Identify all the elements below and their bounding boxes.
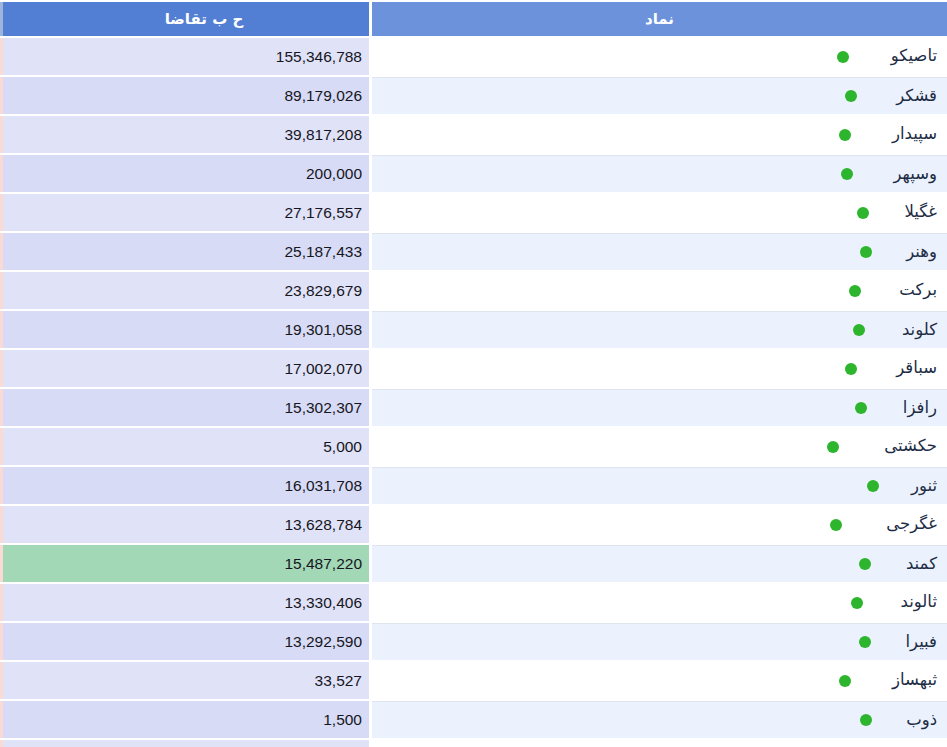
- table-row: 200,000 ‎ﻭﺳﭙﻬﺮ‎: [0, 155, 947, 192]
- symbol-name: ‎ﺑﺮﮐﺖ‎: [899, 272, 937, 308]
- symbol-cell[interactable]: ‎ﻏﮕﺮﺟﯽ‎: [372, 506, 947, 543]
- symbol-name: ‎ﮐﻠﻮﻧﺪ‎: [902, 312, 937, 348]
- status-dot-icon: [855, 402, 867, 414]
- table-row: 15,487,220 ‎ﮐﻤﻨﺪ‎: [0, 545, 947, 582]
- table-row: 23,829,679 ‎ﺑﺮﮐﺖ‎: [0, 272, 947, 309]
- symbol-name: ‎ﻗﺸﮑﺮ‎: [896, 78, 937, 114]
- status-dot-icon: [830, 519, 842, 531]
- demand-value: 200,000: [0, 155, 369, 192]
- symbol-name: ‎ﻏﮕﯿﻠﺎ‎: [904, 194, 937, 230]
- symbol-name: ‎ﺣﮑﺸﺘﯽ‎: [884, 428, 937, 464]
- symbol-cell: [372, 740, 947, 747]
- table-row: 5,000 ‎ﺣﮑﺸﺘﯽ‎: [0, 428, 947, 465]
- status-dot-icon: [849, 285, 861, 297]
- symbol-name: ‎ﺫﻭﺏ‎: [906, 702, 937, 738]
- status-dot-icon: [839, 129, 851, 141]
- symbol-cell[interactable]: ‎ﺫﻭﺏ‎: [372, 701, 947, 738]
- table-row-partial: [0, 740, 947, 747]
- symbol-cell[interactable]: ‎ﺛﺎﻟﻮﻧﺪ‎: [372, 584, 947, 621]
- table-row: 15,302,307 ‎ﺭﺍﻓﺰﺍ‎: [0, 389, 947, 426]
- demand-value: [0, 740, 369, 747]
- table-row: 1,500 ‎ﺫﻭﺏ‎: [0, 701, 947, 738]
- demand-value: 27,176,557: [0, 194, 369, 231]
- status-dot-icon: [860, 714, 872, 726]
- demand-value: 25,187,433: [0, 233, 369, 270]
- symbol-cell[interactable]: ‎ﮐﻤﻨﺪ‎: [372, 545, 947, 582]
- symbol-name: ‎ﺛﺎﻟﻮﻧﺪ‎: [901, 584, 937, 620]
- table-row: 27,176,557 ‎ﻏﮕﯿﻠﺎ‎: [0, 194, 947, 231]
- status-dot-icon: [859, 636, 871, 648]
- symbol-cell[interactable]: ‎ﺗﺎﺻﯿﮑﻮ‎: [372, 38, 947, 75]
- symbol-cell[interactable]: ‎ﻭﺳﭙﻬﺮ‎: [372, 155, 947, 192]
- symbol-name: ‎ﺛﺒﻬﺴﺎﺯ‎: [892, 662, 937, 698]
- status-dot-icon: [839, 675, 851, 687]
- table-row: 33,527 ‎ﺛﺒﻬﺴﺎﺯ‎: [0, 662, 947, 699]
- status-dot-icon: [867, 480, 879, 492]
- demand-value: 23,829,679: [0, 272, 369, 309]
- demand-value: 89,179,026: [0, 77, 369, 114]
- demand-value: 13,292,590: [0, 623, 369, 660]
- symbol-cell[interactable]: ‎ﻓﺒﯿﺮﺍ‎: [372, 623, 947, 660]
- demand-value: 15,302,307: [0, 389, 369, 426]
- symbol-name: ‎ﻓﺒﯿﺮﺍ‎: [905, 624, 937, 660]
- demand-value: 33,527: [0, 662, 369, 699]
- table-row: 13,628,784 ‎ﻏﮕﺮﺟﯽ‎: [0, 506, 947, 543]
- symbol-name: ‎ﮐﻤﻨﺪ‎: [906, 546, 937, 582]
- symbol-name: ‎ﺭﺍﻓﺰﺍ‎: [903, 390, 937, 426]
- symbol-name: ‎ﻭﺳﭙﻬﺮ‎: [894, 156, 937, 192]
- demand-value: 1,500: [0, 701, 369, 738]
- symbol-name: ‎ﺳﺒﺎﻗﺮ‎: [896, 350, 937, 386]
- table-row: 25,187,433 ‎ﻭﻫﻨﺮ‎: [0, 233, 947, 270]
- column-header-symbol[interactable]: ﻧﻤﺎﺩ: [372, 2, 947, 36]
- status-dot-icon: [827, 441, 839, 453]
- table-row: 155,346,788 ‎ﺗﺎﺻﯿﮑﻮ‎: [0, 38, 947, 75]
- symbol-cell[interactable]: ‎ﺭﺍﻓﺰﺍ‎: [372, 389, 947, 426]
- status-dot-icon: [845, 90, 857, 102]
- status-dot-icon: [859, 558, 871, 570]
- status-dot-icon: [851, 597, 863, 609]
- demand-value: 5,000: [0, 428, 369, 465]
- table-body: 155,346,788‎ﺗﺎﺻﯿﮑﻮ‎89,179,026‎ﻗﺸﮑﺮ‎39,81…: [0, 38, 947, 747]
- demand-value: 155,346,788: [0, 38, 369, 75]
- table-row: 13,330,406 ‎ﺛﺎﻟﻮﻧﺪ‎: [0, 584, 947, 621]
- symbol-name: ‎ﺳﭙﯿﺪﺍﺭ‎: [892, 116, 937, 152]
- demand-value: 17,002,070: [0, 350, 369, 387]
- table-row: 89,179,026 ‎ﻗﺸﮑﺮ‎: [0, 77, 947, 114]
- symbol-cell[interactable]: ‎ﺣﮑﺸﺘﯽ‎: [372, 428, 947, 465]
- column-header-demand[interactable]: ﺡ ﺏ ﺗﻘﺎﺿﺎ: [0, 2, 369, 36]
- status-dot-icon: [857, 207, 869, 219]
- demand-value: 13,628,784: [0, 506, 369, 543]
- market-table: ﺡ ﺏ ﺗﻘﺎﺿﺎ ﻧﻤﺎﺩ 155,346,788‎ﺗﺎﺻﯿﮑﻮ‎89,179…: [0, 0, 947, 747]
- symbol-cell[interactable]: ‎ﺛﺒﻬﺴﺎﺯ‎: [372, 662, 947, 699]
- symbol-cell[interactable]: ‎ﻏﮕﯿﻠﺎ‎: [372, 194, 947, 231]
- status-dot-icon: [841, 168, 853, 180]
- symbol-name: ‎ﻏﮕﺮﺟﯽ‎: [886, 506, 937, 542]
- table-row: 16,031,708 ‎ﺛﻨﻮﺭ‎: [0, 467, 947, 504]
- demand-value: 13,330,406: [0, 584, 369, 621]
- symbol-name: ‎ﺗﺎﺻﯿﮑﻮ‎: [891, 38, 937, 74]
- symbol-name: ‎ﺛﻨﻮﺭ‎: [911, 468, 937, 504]
- table-header-row: ﺡ ﺏ ﺗﻘﺎﺿﺎ ﻧﻤﺎﺩ: [0, 2, 947, 36]
- symbol-cell[interactable]: ‎ﻭﻫﻨﺮ‎: [372, 233, 947, 270]
- symbol-cell[interactable]: ‎ﺑﺮﮐﺖ‎: [372, 272, 947, 309]
- symbol-cell[interactable]: ‎ﺳﭙﯿﺪﺍﺭ‎: [372, 116, 947, 153]
- status-dot-icon: [853, 324, 865, 336]
- status-dot-icon: [837, 51, 849, 63]
- demand-value: 19,301,058: [0, 311, 369, 348]
- table-row: 39,817,208 ‎ﺳﭙﯿﺪﺍﺭ‎: [0, 116, 947, 153]
- demand-value: 16,031,708: [0, 467, 369, 504]
- demand-value: 15,487,220: [0, 545, 369, 582]
- symbol-cell[interactable]: ‎ﮐﻠﻮﻧﺪ‎: [372, 311, 947, 348]
- demand-value: 39,817,208: [0, 116, 369, 153]
- table-row: 13,292,590 ‎ﻓﺒﯿﺮﺍ‎: [0, 623, 947, 660]
- symbol-cell[interactable]: ‎ﺛﻨﻮﺭ‎: [372, 467, 947, 504]
- status-dot-icon: [845, 363, 857, 375]
- status-dot-icon: [860, 246, 872, 258]
- symbol-name: ‎ﻭﻫﻨﺮ‎: [906, 234, 937, 270]
- symbol-cell[interactable]: ‎ﻗﺸﮑﺮ‎: [372, 77, 947, 114]
- table-row: 19,301,058 ‎ﮐﻠﻮﻧﺪ‎: [0, 311, 947, 348]
- table-row: 17,002,070 ‎ﺳﺒﺎﻗﺮ‎: [0, 350, 947, 387]
- symbol-cell[interactable]: ‎ﺳﺒﺎﻗﺮ‎: [372, 350, 947, 387]
